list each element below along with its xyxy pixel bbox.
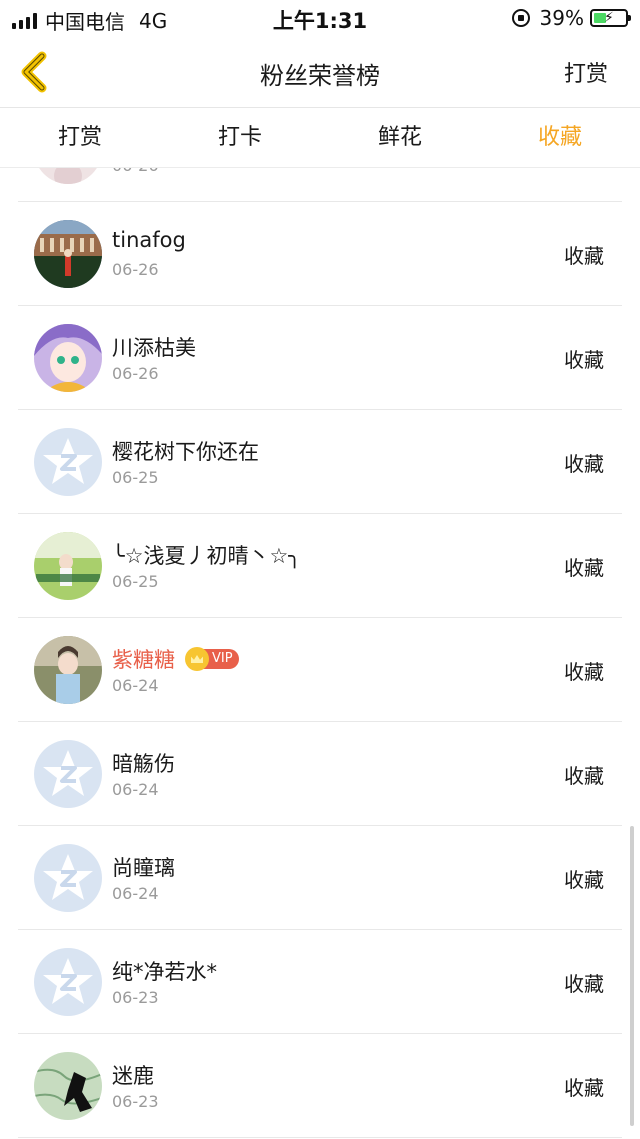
reward-button[interactable]: 打赏 (564, 56, 608, 88)
list-item[interactable]: 迷鹿 06-23 收藏 (18, 1034, 622, 1138)
list-item-action[interactable]: 收藏 (564, 968, 604, 997)
list-item-action[interactable]: 收藏 (564, 240, 604, 269)
tab-flowers[interactable]: 鲜花 (320, 108, 480, 167)
battery-icon: ⚡ (590, 9, 631, 27)
list-item-name: 暗觞伤 (112, 752, 175, 776)
battery-percent: 39% (539, 6, 584, 30)
list-item-date: 06-24 (112, 676, 159, 695)
status-right: 39% ⚡ (511, 6, 631, 30)
orientation-lock-icon (511, 9, 530, 27)
tab-reward[interactable]: 打赏 (0, 108, 160, 167)
list-item-action[interactable]: 收藏 (564, 1072, 604, 1101)
default-qq-avatar-icon (34, 844, 102, 912)
list-item-action[interactable]: 收藏 (564, 656, 604, 685)
list-item[interactable]: 06-26 (18, 168, 622, 202)
default-avatar (34, 740, 102, 808)
list-item-date: 06-24 (112, 780, 159, 799)
list-item[interactable]: 纯*净若水* 06-23 收藏 (18, 930, 622, 1034)
default-avatar (34, 844, 102, 912)
list-item-action[interactable]: 收藏 (564, 448, 604, 477)
nav-bar: 粉丝荣誉榜 打赏 (0, 36, 640, 108)
list-item-name: 紫糖糖 (112, 648, 175, 672)
list-item-date: 06-23 (112, 988, 159, 1007)
list-item-name: 迷鹿 (112, 1064, 154, 1088)
list-item-name: ╰☆浅夏丿初晴丶☆╮ (112, 544, 301, 568)
list-item-date: 06-25 (112, 468, 159, 487)
avatar (34, 532, 102, 600)
scrollbar[interactable] (630, 826, 634, 1126)
default-qq-avatar-icon (34, 948, 102, 1016)
list-item[interactable]: 樱花树下你还在 06-25 收藏 (18, 410, 622, 514)
avatar (34, 220, 102, 288)
list-item-name: 尚瞳璃 (112, 856, 175, 880)
tab-checkin[interactable]: 打卡 (160, 108, 320, 167)
list-item-date: 06-26 (112, 364, 159, 383)
list-item-date: 06-24 (112, 884, 159, 903)
list-item[interactable]: 尚瞳璃 06-24 收藏 (18, 826, 622, 930)
list-item-action[interactable]: 收藏 (564, 552, 604, 581)
list-item[interactable]: 紫糖糖 VIP 06-24 收藏 (18, 618, 622, 722)
list-item-action[interactable]: 收藏 (564, 760, 604, 789)
vip-badge: VIP (185, 647, 239, 671)
tab-bar: 打赏 打卡 鲜花 收藏 (0, 108, 640, 168)
list-item-date: 06-25 (112, 572, 159, 591)
list-item-date: 06-23 (112, 1092, 159, 1111)
default-avatar (34, 948, 102, 1016)
avatar (34, 324, 102, 392)
list-item[interactable]: ╰☆浅夏丿初晴丶☆╮ 06-25 收藏 (18, 514, 622, 618)
list-item[interactable]: 川添枯美 06-26 收藏 (18, 306, 622, 410)
default-qq-avatar-icon (34, 740, 102, 808)
page-title: 粉丝荣誉榜 (260, 62, 380, 90)
list-item-action[interactable]: 收藏 (564, 344, 604, 373)
status-bar: 中国电信 4G 上午1:31 39% ⚡ (0, 0, 640, 36)
list-item-name: 川添枯美 (112, 336, 196, 360)
default-qq-avatar-icon (34, 428, 102, 496)
avatar (34, 168, 102, 184)
list-item-name: 樱花树下你还在 (112, 440, 259, 464)
list-item-action[interactable]: 收藏 (564, 864, 604, 893)
crown-icon (185, 647, 209, 671)
list-item[interactable]: tinafog 06-26 收藏 (18, 202, 622, 306)
avatar (34, 636, 102, 704)
list-item-date: 06-26 (112, 168, 159, 175)
list-item-name: 纯*净若水* (112, 960, 217, 984)
tab-favorites[interactable]: 收藏 (480, 108, 640, 167)
default-avatar (34, 428, 102, 496)
avatar (34, 1052, 102, 1120)
fan-list[interactable]: 06-26 tinafog 06-26 收藏 (18, 168, 622, 1139)
list-item-date: 06-26 (112, 260, 159, 279)
list-item-name: tinafog (112, 228, 186, 252)
charging-bolt-icon: ⚡ (604, 10, 614, 26)
list-item[interactable]: 暗觞伤 06-24 收藏 (18, 722, 622, 826)
